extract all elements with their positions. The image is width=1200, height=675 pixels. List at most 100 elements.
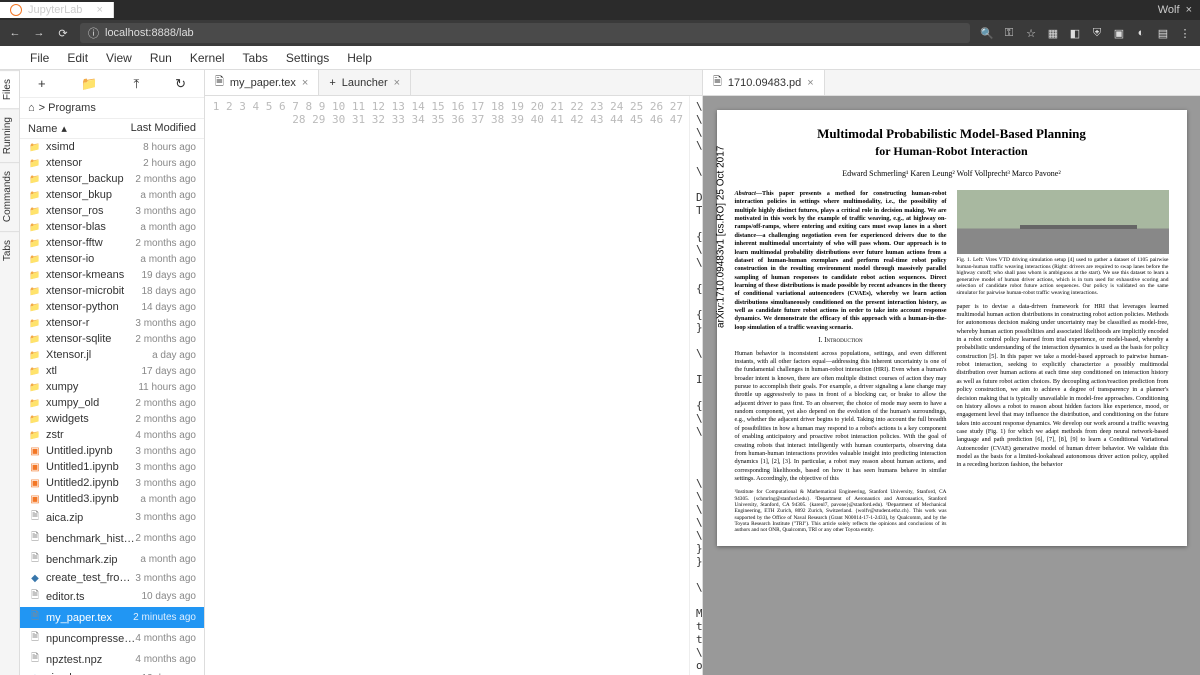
- file-row[interactable]: simpleserver.py12 days ago: [20, 670, 204, 675]
- sidetab-running[interactable]: Running: [0, 108, 19, 162]
- menu-run[interactable]: Run: [142, 48, 180, 68]
- editor-tab[interactable]: 🗎my_paper.tex×: [205, 70, 319, 95]
- col-name[interactable]: Name▴: [28, 122, 131, 135]
- home-icon[interactable]: ⌂: [28, 102, 35, 114]
- figure-1-caption: Fig. 1. Left: Vires VTD driving simulati…: [957, 257, 1169, 297]
- editor-tab[interactable]: 🗎1710.09483.pd×: [703, 70, 825, 95]
- menu-view[interactable]: View: [98, 48, 140, 68]
- window-close-icon[interactable]: ×: [1186, 4, 1192, 16]
- key-icon[interactable]: ⚿: [1002, 27, 1016, 40]
- file-browser-panel: + 📁 ⤒ ↻ ⌂ > Programs Name▴ Last Modified…: [20, 70, 205, 675]
- new-folder-icon[interactable]: 📁: [81, 76, 97, 92]
- file-row[interactable]: benchmark_history_...2 months ago: [20, 528, 204, 549]
- file-row[interactable]: xtensor2 hours ago: [20, 155, 204, 171]
- file-row[interactable]: npztest.npz4 months ago: [20, 649, 204, 670]
- ext4-icon[interactable]: ◐: [1134, 27, 1148, 40]
- menu-file[interactable]: File: [22, 48, 57, 68]
- code-area[interactable]: \documentclass[12pt]{article} \usepackag…: [690, 96, 702, 675]
- menu-settings[interactable]: Settings: [278, 48, 337, 68]
- paper-title-line1: Multimodal Probabilistic Model-Based Pla…: [735, 126, 1169, 142]
- close-tab-icon[interactable]: ×: [302, 77, 308, 89]
- breadcrumb[interactable]: ⌂ > Programs: [20, 98, 204, 119]
- file-row[interactable]: xumpy_old2 months ago: [20, 395, 204, 411]
- search-icon[interactable]: 🔍: [980, 27, 994, 40]
- menu-edit[interactable]: Edit: [59, 48, 96, 68]
- file-modified: a month ago: [140, 494, 196, 505]
- file-row[interactable]: npuncompressed.npy4 months ago: [20, 628, 204, 649]
- file-row[interactable]: aica.zip3 months ago: [20, 507, 204, 528]
- file-name: aica.zip: [46, 512, 135, 524]
- file-row[interactable]: xtensor-r3 months ago: [20, 315, 204, 331]
- browser-urlbar: ← → ⟳ ⓘ localhost:8888/lab 🔍⚿☆ ▦◧ ⛨▣ ◐▤ …: [0, 20, 1200, 46]
- forward-icon[interactable]: →: [32, 27, 46, 39]
- file-row[interactable]: my_paper.tex2 minutes ago: [20, 607, 204, 628]
- sidetab-tabs[interactable]: Tabs: [0, 231, 19, 269]
- upload-icon[interactable]: ⤒: [134, 76, 140, 92]
- refresh-icon[interactable]: ↻: [175, 76, 186, 92]
- file-row[interactable]: editor.ts10 days ago: [20, 586, 204, 607]
- file-row[interactable]: xwidgets2 months ago: [20, 411, 204, 427]
- file-list: xsimd8 hours agoxtensor2 hours agoxtenso…: [20, 139, 204, 675]
- ext3-icon[interactable]: ▣: [1112, 27, 1126, 40]
- file-modified: 17 days ago: [142, 366, 197, 377]
- new-launcher-icon[interactable]: +: [38, 76, 46, 91]
- ext2-icon[interactable]: ◧: [1068, 27, 1082, 40]
- shield-icon[interactable]: ⛨: [1090, 27, 1104, 40]
- file-name: xtensor-kmeans: [46, 269, 142, 281]
- file-row[interactable]: xtl17 days ago: [20, 363, 204, 379]
- browser-tab[interactable]: JupyterLab ×: [0, 2, 114, 18]
- url-input[interactable]: ⓘ localhost:8888/lab: [80, 23, 970, 43]
- close-tab-icon[interactable]: ×: [807, 77, 813, 89]
- file-row[interactable]: xtensor_backup2 months ago: [20, 171, 204, 187]
- text-editor[interactable]: 1 2 3 4 5 6 7 8 9 10 11 12 13 14 15 16 1…: [205, 96, 702, 675]
- file-row[interactable]: xtensor-kmeans19 days ago: [20, 267, 204, 283]
- paper-title-line2: for Human-Robot Interaction: [735, 144, 1169, 159]
- col-modified[interactable]: Last Modified: [131, 122, 196, 135]
- file-row[interactable]: xumpy11 hours ago: [20, 379, 204, 395]
- back-icon[interactable]: ←: [8, 27, 22, 39]
- menu-kernel[interactable]: Kernel: [182, 48, 233, 68]
- menu-tabs[interactable]: Tabs: [235, 48, 276, 68]
- left-sidebar-tabs: FilesRunningCommandsTabs: [0, 70, 20, 675]
- breadcrumb-path[interactable]: > Programs: [39, 102, 96, 114]
- file-row[interactable]: xtensor-fftw2 months ago: [20, 235, 204, 251]
- star-icon[interactable]: ☆: [1024, 27, 1038, 40]
- folder-icon: [28, 414, 42, 425]
- ext5-icon[interactable]: ▤: [1156, 27, 1170, 40]
- nb-icon: [28, 462, 42, 473]
- close-tab-icon[interactable]: ×: [394, 77, 400, 89]
- reload-icon[interactable]: ⟳: [56, 27, 70, 40]
- menu-icon[interactable]: ⋮: [1178, 27, 1192, 40]
- file-row[interactable]: benchmark.zipa month ago: [20, 549, 204, 570]
- file-row[interactable]: xtensor-python14 days ago: [20, 299, 204, 315]
- os-titlebar: JupyterLab × Wolf ×: [0, 0, 1200, 20]
- close-tab-icon[interactable]: ×: [96, 4, 102, 16]
- file-row[interactable]: Untitled.ipynb3 months ago: [20, 443, 204, 459]
- file-row[interactable]: xtensor-ioa month ago: [20, 251, 204, 267]
- file-row[interactable]: zstr4 months ago: [20, 427, 204, 443]
- file-name: xtensor: [46, 157, 143, 169]
- editor-tab[interactable]: + Launcher ×: [319, 70, 411, 95]
- file-row[interactable]: xtensor-blasa month ago: [20, 219, 204, 235]
- ext1-icon[interactable]: ▦: [1046, 27, 1060, 40]
- file-row[interactable]: xsimd8 hours ago: [20, 139, 204, 155]
- file-name: Untitled1.ipynb: [46, 461, 135, 473]
- file-row[interactable]: xtensor-sqlite2 months ago: [20, 331, 204, 347]
- file-row[interactable]: Xtensor.jla day ago: [20, 347, 204, 363]
- pdf-viewer[interactable]: arXiv:1710.09483v1 [cs.RO] 25 Oct 2017 M…: [703, 96, 1200, 675]
- menu-help[interactable]: Help: [339, 48, 380, 68]
- file-modified: 10 days ago: [142, 591, 197, 602]
- sidetab-commands[interactable]: Commands: [0, 162, 19, 230]
- file-row[interactable]: xtensor_ros3 months ago: [20, 203, 204, 219]
- file-row[interactable]: Untitled3.ipynba month ago: [20, 491, 204, 507]
- file-row[interactable]: xtensor-microbit18 days ago: [20, 283, 204, 299]
- folder-icon: [28, 366, 42, 377]
- tab-icon: +: [329, 77, 335, 89]
- file-name: zstr: [46, 429, 135, 441]
- file-row[interactable]: Untitled1.ipynb3 months ago: [20, 459, 204, 475]
- sidetab-files[interactable]: Files: [0, 70, 19, 108]
- file-row[interactable]: create_test_from_nu...3 months ago: [20, 570, 204, 586]
- file-row[interactable]: xtensor_bkupa month ago: [20, 187, 204, 203]
- tab-label: Launcher: [342, 77, 388, 89]
- file-row[interactable]: Untitled2.ipynb3 months ago: [20, 475, 204, 491]
